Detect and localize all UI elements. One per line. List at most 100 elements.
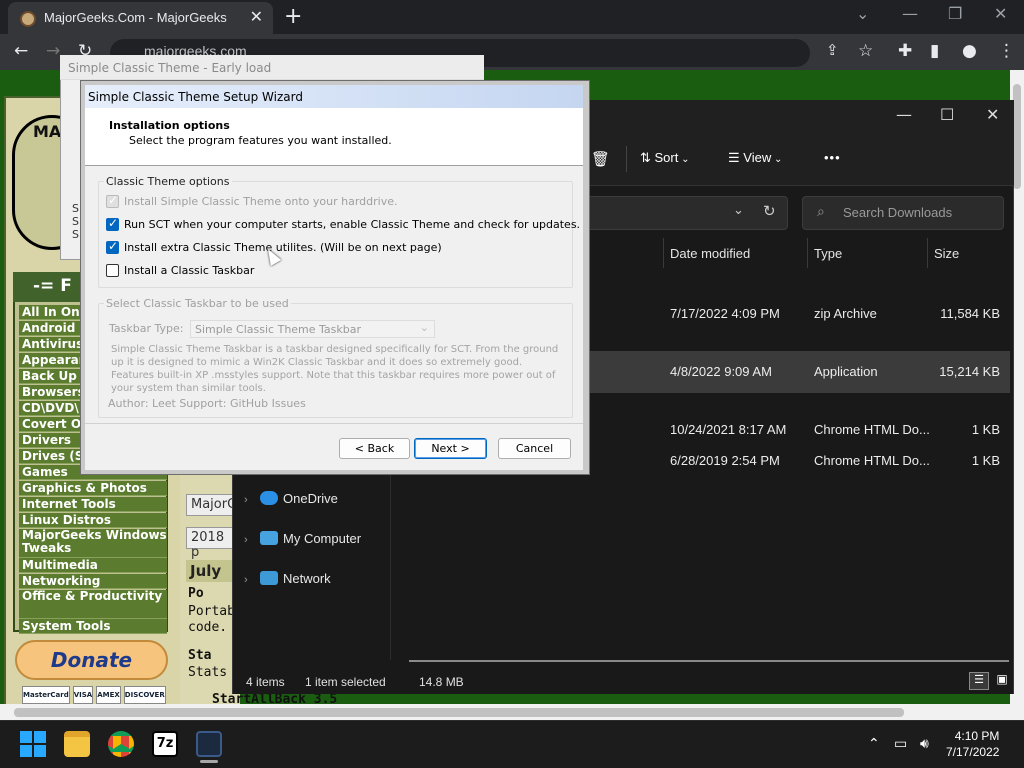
- taskbar-clock[interactable]: 4:10 PM 7/17/2022: [946, 728, 999, 760]
- chevron-right-icon[interactable]: ›: [244, 494, 260, 506]
- network-tray-icon[interactable]: ▭: [894, 736, 907, 752]
- explorer-address-bar[interactable]: ⌄ ↻: [560, 196, 788, 230]
- explorer-minimize-icon[interactable]: —: [896, 105, 912, 124]
- status-selected: 1 item selected: [305, 675, 386, 689]
- sort-label: Sort: [654, 150, 679, 165]
- card-discover: DISCOVER: [123, 686, 166, 704]
- view-button[interactable]: ☰ View ⌄: [728, 150, 782, 166]
- file-size: 15,214 KB: [939, 364, 1000, 379]
- back-arrow-icon[interactable]: ←: [14, 41, 28, 61]
- category-link[interactable]: Internet Tools: [19, 497, 167, 512]
- category-link[interactable]: Graphics & Photos: [19, 481, 167, 496]
- refresh-icon[interactable]: ↻: [763, 202, 776, 220]
- option-label-classic-taskbar[interactable]: Install a Classic Taskbar: [124, 264, 254, 277]
- back-button[interactable]: < Back: [339, 438, 410, 459]
- nav-label: My Computer: [283, 531, 362, 546]
- file-size: 11,584 KB: [940, 306, 1000, 321]
- close-tab-icon[interactable]: ✕: [250, 7, 263, 26]
- web-article-title-2[interactable]: Sta: [188, 648, 211, 663]
- file-type: Chrome HTML Do...: [814, 422, 930, 437]
- start-windows-icon[interactable]: [20, 731, 46, 757]
- minimize-icon[interactable]: —: [902, 4, 918, 23]
- tiles-view-icon[interactable]: ▣: [993, 672, 1011, 690]
- simple-classic-theme-taskbar-icon[interactable]: [196, 731, 222, 757]
- checkbox-extra-utilities[interactable]: [106, 239, 119, 254]
- delete-icon[interactable]: 🗑: [591, 150, 610, 168]
- category-link[interactable]: Networking: [19, 574, 167, 589]
- address-dropdown-icon[interactable]: ⌄: [733, 203, 744, 218]
- category-link[interactable]: Office & Productivity: [19, 590, 167, 619]
- forward-arrow-icon[interactable]: →: [46, 41, 60, 61]
- column-separator[interactable]: [663, 238, 664, 268]
- column-header-size[interactable]: Size: [934, 246, 959, 261]
- chevron-right-icon[interactable]: ›: [244, 574, 260, 586]
- search-downloads-input[interactable]: ⌕ Search Downloads: [802, 196, 1004, 230]
- column-header-type[interactable]: Type: [814, 246, 842, 261]
- checkbox-classic-taskbar[interactable]: [106, 264, 119, 277]
- more-options-icon[interactable]: •••: [824, 150, 841, 165]
- share-icon[interactable]: ⇪: [826, 41, 839, 59]
- explorer-horizontal-scrollbar[interactable]: [409, 660, 1009, 662]
- browser-tab[interactable]: MajorGeeks.Com - MajorGeeks ✕: [8, 2, 273, 34]
- web-article-text-1: Portab: [188, 604, 235, 619]
- nav-label: Network: [283, 571, 331, 586]
- checkbox-install-sct[interactable]: [106, 193, 119, 208]
- restore-icon[interactable]: ❐: [948, 4, 962, 23]
- option-label-run-sct[interactable]: Run SCT when your computer starts, enabl…: [124, 218, 580, 231]
- tab-search-icon[interactable]: ⌄: [856, 4, 869, 23]
- new-tab-button[interactable]: +: [284, 4, 302, 29]
- column-separator[interactable]: [927, 238, 928, 268]
- column-separator[interactable]: [807, 238, 808, 268]
- screen: MajorGeeks.Com - MajorGeeks ✕ + ⌄ — ❐ ✕ …: [0, 0, 1024, 768]
- close-window-icon[interactable]: ✕: [994, 4, 1007, 23]
- file-explorer-taskbar-icon[interactable]: [64, 731, 90, 757]
- file-type: Chrome HTML Do...: [814, 453, 930, 468]
- category-link[interactable]: System Tools: [19, 619, 167, 634]
- donate-button[interactable]: Donate: [15, 640, 168, 680]
- explorer-close-icon[interactable]: ✕: [986, 105, 999, 124]
- command-divider: [626, 146, 627, 172]
- sort-button[interactable]: ⇅ Sort ⌄: [640, 150, 690, 166]
- column-header-date[interactable]: Date modified: [670, 246, 750, 261]
- sort-icon: ⇅: [640, 150, 655, 165]
- nav-label: OneDrive: [283, 491, 338, 506]
- details-view-icon[interactable]: ☰: [969, 672, 989, 690]
- early-load-text: S: [72, 228, 79, 241]
- chrome-taskbar-icon[interactable]: [108, 731, 134, 757]
- profile-icon[interactable]: ●: [962, 41, 977, 61]
- cancel-button[interactable]: Cancel: [498, 438, 571, 459]
- extensions-icon[interactable]: ✚: [898, 41, 912, 61]
- option-label-extra-utilities[interactable]: Install extra Classic Theme utilites. (W…: [124, 241, 442, 254]
- group-label-classic-taskbar: Select Classic Taskbar to be used: [104, 297, 291, 310]
- menu-kebab-icon[interactable]: ⋮: [998, 41, 1015, 61]
- category-link[interactable]: Multimedia: [19, 558, 167, 573]
- side-panel-icon[interactable]: ▮: [930, 41, 939, 61]
- next-button[interactable]: Next >: [414, 438, 487, 459]
- nav-item-onedrive[interactable]: › OneDrive: [244, 491, 338, 506]
- card-amex: AMEX: [96, 686, 121, 704]
- web-vertical-scroll-thumb[interactable]: [1013, 84, 1021, 189]
- web-horizontal-scroll-thumb[interactable]: [14, 708, 904, 717]
- chevron-up-icon[interactable]: ⌃: [868, 736, 880, 752]
- category-link[interactable]: Linux Distros: [19, 513, 167, 528]
- computer-icon: [260, 531, 278, 545]
- 7zip-taskbar-icon[interactable]: 7z: [152, 731, 178, 757]
- nav-item-my-computer[interactable]: › My Computer: [244, 531, 361, 546]
- volume-icon[interactable]: 🔊︎: [920, 736, 929, 752]
- category-link[interactable]: MajorGeeks Windows Tweaks: [19, 529, 167, 558]
- web-textbox-1[interactable]: MajorG: [186, 494, 238, 516]
- group-label-classic-theme: Classic Theme options: [104, 175, 232, 188]
- site-favicon-icon: [20, 11, 36, 27]
- file-date: 10/24/2021 8:17 AM: [670, 422, 787, 437]
- web-article-title-1[interactable]: Po: [188, 586, 204, 601]
- chevron-right-icon[interactable]: ›: [244, 534, 260, 546]
- file-date: 6/28/2019 2:54 PM: [670, 453, 780, 468]
- file-size: 1 KB: [971, 453, 1000, 468]
- taskbar-type-select[interactable]: Simple Classic Theme Taskbar ⌄: [190, 320, 435, 338]
- bookmark-star-icon[interactable]: ☆: [858, 41, 873, 61]
- checkbox-run-sct[interactable]: [106, 216, 119, 231]
- nav-item-network[interactable]: › Network: [244, 571, 331, 586]
- explorer-maximize-icon[interactable]: ☐: [940, 105, 954, 124]
- web-textbox-2[interactable]: 2018 p: [186, 527, 238, 560]
- taskbar-author: Author: Leet Support: GitHub Issues: [108, 397, 306, 410]
